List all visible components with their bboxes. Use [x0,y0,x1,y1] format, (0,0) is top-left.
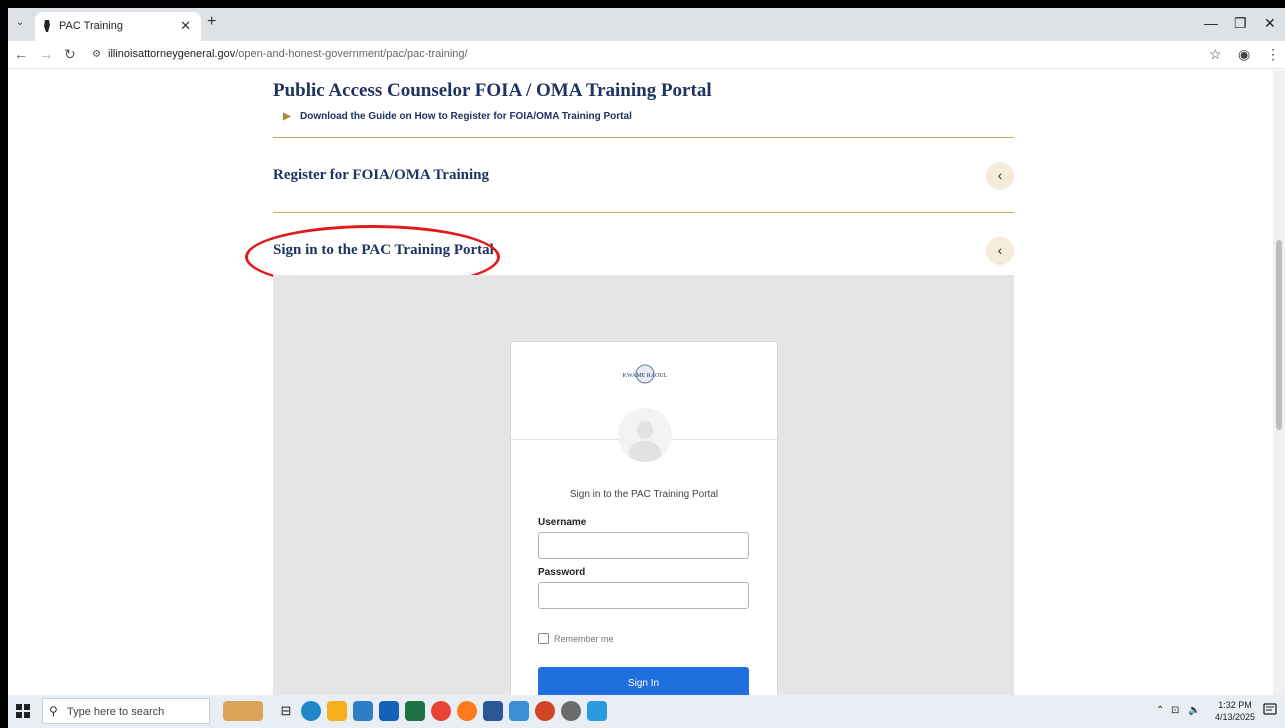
chrome-icon[interactable] [431,701,451,721]
address-bar[interactable]: illinoisattorneygeneral.gov/open-and-hon… [108,48,468,60]
windows-start-icon[interactable] [16,704,30,718]
guide-link[interactable]: ▶ Download the Guide on How to Register … [283,111,632,122]
chevron-left-icon[interactable]: ‹ [986,237,1014,265]
edge-icon[interactable] [301,701,321,721]
excel-icon[interactable] [405,701,425,721]
forward-icon[interactable]: → [39,46,53,62]
firefox-icon[interactable] [457,701,477,721]
menu-kebab-icon[interactable]: ⋮ [1266,46,1280,63]
bread-widget-icon[interactable] [223,701,263,721]
taskbar-search-placeholder: Type here to search [67,706,165,718]
reload-icon[interactable]: ↻ [64,46,76,63]
username-label: Username [538,517,587,528]
url-domain: illinoisattorneygeneral.gov [108,48,236,60]
clock-date: 4/13/2025 [1214,712,1255,722]
password-input[interactable] [538,582,749,609]
browser-toolbar: ← → ↻ ⚙ illinoisattorneygeneral.gov/open… [8,41,1285,69]
remember-checkbox[interactable] [538,633,549,644]
profile-icon[interactable]: ◉ [1238,46,1250,63]
minimize-icon[interactable]: — [1204,15,1218,31]
bookmark-star-icon[interactable]: ☆ [1209,46,1222,63]
search-icon: ⚲ [49,704,58,718]
close-window-icon[interactable]: ✕ [1264,15,1276,32]
document-app-icon[interactable] [509,701,529,721]
kwame-raoul-logo: KWAME RAOUL [623,364,668,384]
username-input[interactable] [538,532,749,559]
guide-link-text: Download the Guide on How to Register fo… [300,111,632,122]
windows-taskbar: ⚲ Type here to search ⊟ ⌃ ⊡ 🔈 1:32 PM 4/… [8,695,1285,728]
new-tab-icon[interactable]: + [207,13,216,31]
remember-label: Remember me [554,634,614,644]
task-view-icon[interactable]: ⊟ [276,701,296,721]
powerpoint-icon[interactable] [535,701,555,721]
restore-icon[interactable]: ❐ [1234,15,1247,32]
illinois-favicon-icon [44,20,50,32]
page-scrollbar[interactable] [1273,70,1285,695]
network-icon[interactable]: ⊡ [1171,705,1179,716]
remember-me[interactable]: Remember me [538,633,614,644]
tab-close-icon[interactable]: ✕ [180,18,191,34]
browser-window: ⌄ PAC Training ✕ + — ❐ ✕ ← → ↻ ⚙ illinoi… [8,8,1285,728]
divider [273,137,1014,138]
section-title: Public Access Counselor FOIA / OMA Train… [273,80,712,101]
url-path: /open-and-honest-government/pac/pac-trai… [235,48,468,60]
page-content: Public Access Counselor FOIA / OMA Train… [8,70,1285,695]
store-icon[interactable] [353,701,373,721]
tab-search-icon[interactable]: ⌄ [11,14,29,32]
divider [273,212,1014,213]
file-explorer-icon[interactable] [327,701,347,721]
scrollbar-thumb[interactable] [1276,240,1282,430]
notification-icon[interactable] [1263,703,1277,717]
chevron-left-icon[interactable]: ‹ [986,162,1014,190]
password-label: Password [538,567,586,578]
taskbar-clock[interactable]: 1:32 PM 4/13/2025 [1215,699,1255,723]
snipping-tool-icon[interactable] [561,701,581,721]
login-heading: Sign in to the PAC Training Portal [569,489,719,500]
tab-title: PAC Training [59,20,123,32]
photos-icon[interactable] [587,701,607,721]
taskbar-search[interactable]: ⚲ Type here to search [42,698,210,724]
triangle-right-icon: ▶ [283,111,291,122]
clock-time: 1:32 PM [1218,700,1252,710]
logo-text: KWAME RAOUL [623,373,668,379]
tray-chevron-icon[interactable]: ⌃ [1156,705,1164,716]
login-card: KWAME RAOUL Sign in to the PAC Training … [510,341,778,695]
sign-in-button[interactable]: Sign In [538,667,749,695]
avatar-icon [618,408,672,462]
accordion-register-title[interactable]: Register for FOIA/OMA Training [273,167,489,184]
word-icon[interactable] [483,701,503,721]
volume-icon[interactable]: 🔈 [1188,705,1200,716]
back-icon[interactable]: ← [14,46,28,62]
browser-tab[interactable]: PAC Training ✕ [35,12,201,41]
tab-strip: ⌄ PAC Training ✕ + — ❐ ✕ [8,8,1285,41]
outlook-icon[interactable] [379,701,399,721]
site-info-icon[interactable]: ⚙ [92,49,101,60]
